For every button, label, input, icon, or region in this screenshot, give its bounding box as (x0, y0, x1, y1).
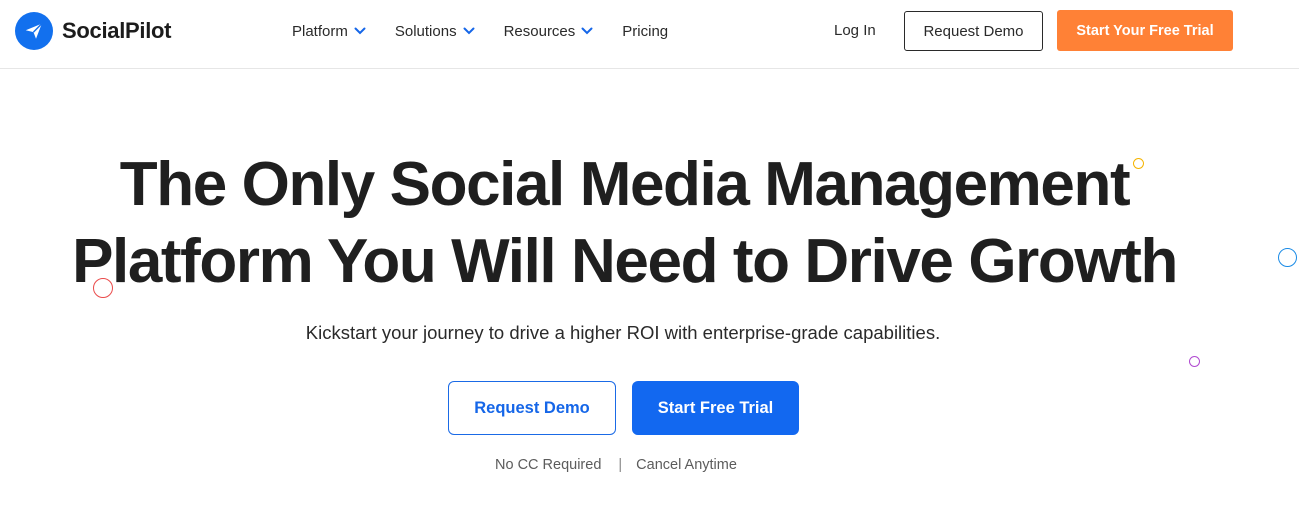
cancel-anytime-note: Cancel Anytime (636, 457, 737, 473)
start-free-trial-button[interactable]: Start Your Free Trial (1057, 10, 1233, 51)
brand-name: SocialPilot (62, 18, 172, 43)
logo-link[interactable]: SocialPilot (15, 12, 171, 50)
note-separator: | (618, 457, 623, 473)
nav-item-label: Platform (292, 22, 348, 40)
nav-item-label: Pricing (622, 22, 669, 40)
trial-note: No CC Required | Cancel Anytime (495, 457, 737, 473)
chevron-down-icon (463, 27, 475, 35)
hero-request-demo-button[interactable]: Request Demo (448, 381, 616, 435)
login-link[interactable]: Log In (834, 22, 876, 39)
nav-item-label: Solutions (394, 22, 457, 40)
nav-item-platform[interactable]: Platform (292, 23, 366, 40)
nav-item-resources[interactable]: Resources (504, 23, 594, 40)
chevron-down-icon (581, 27, 593, 35)
request-demo-button[interactable]: Request Demo (904, 11, 1043, 51)
page: SocialPilot Platform Solutions Resources… (0, 0, 1299, 523)
hero-title-line: The Only Social Media Management (119, 150, 1131, 219)
hero-subtitle: Kickstart your journey to drive a higher… (305, 322, 941, 343)
paper-plane-icon (15, 12, 53, 50)
hero-title-line: Platform You Will Need to Drive Growth (72, 227, 1178, 296)
decorative-circle-icon (1189, 356, 1200, 367)
nav-item-pricing[interactable]: Pricing (622, 23, 668, 40)
nav-item-solutions[interactable]: Solutions (395, 23, 475, 40)
decorative-circle-icon (1278, 248, 1297, 267)
nav-item-label: Resources (503, 22, 576, 40)
decorative-circle-icon (1133, 158, 1144, 169)
hero-title: The Only Social Media Management Platfor… (0, 146, 1299, 300)
hero-start-free-trial-button[interactable]: Start Free Trial (632, 381, 799, 435)
decorative-circle-icon (93, 278, 113, 298)
no-cc-note: No CC Required (495, 457, 602, 473)
main-nav: Platform Solutions Resources Pricing (292, 20, 668, 42)
chevron-down-icon (354, 27, 366, 35)
site-header: SocialPilot Platform Solutions Resources… (0, 0, 1299, 69)
